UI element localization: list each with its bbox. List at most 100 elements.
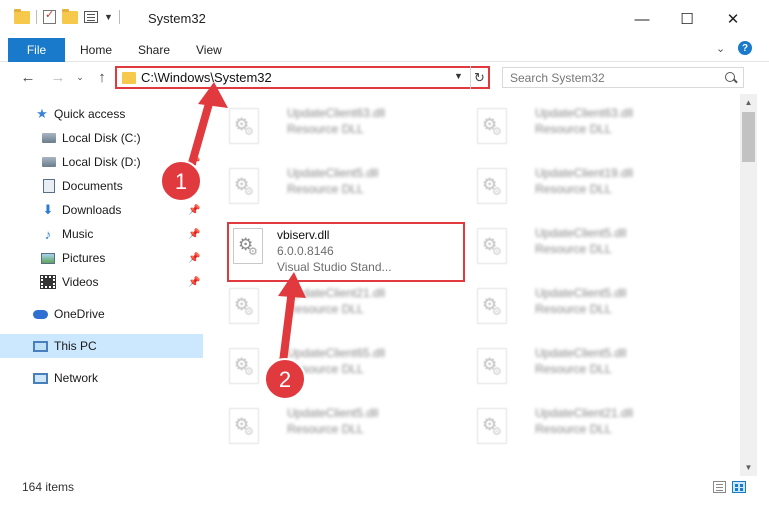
file-type: Resource DLL [535, 302, 612, 316]
dll-file-icon [229, 288, 259, 324]
file-tile[interactable]: UpdateClient63.dll Resource DLL [223, 98, 463, 152]
disk-icon [42, 157, 56, 167]
dll-file-icon [477, 408, 507, 444]
file-tile[interactable]: UpdateClient5.dll Resource DLL [471, 338, 711, 392]
file-type: Resource DLL [287, 122, 364, 136]
vertical-scrollbar[interactable]: ▲ ▼ [740, 94, 757, 476]
file-name: UpdateClient21.dll [287, 286, 386, 300]
dll-file-icon [229, 408, 259, 444]
scrollbar-thumb[interactable] [742, 112, 755, 162]
title-bar: ▼ System32 — ☐ ✕ [0, 0, 769, 38]
file-type: Resource DLL [535, 362, 612, 376]
pc-icon [33, 340, 48, 352]
maximize-button[interactable]: ☐ [664, 0, 710, 38]
pin-icon[interactable]: 📌 [188, 229, 200, 240]
file-tile[interactable]: UpdateClient19.dll Resource DLL [471, 158, 711, 212]
star-icon: ★ [36, 106, 48, 121]
videos-icon [40, 275, 56, 289]
expand-ribbon-chevron-icon[interactable]: ⌄ [716, 42, 725, 55]
pin-icon[interactable]: 📌 [188, 277, 200, 288]
scroll-down-arrow-icon[interactable]: ▼ [740, 459, 757, 476]
sidebar-item-downloads[interactable]: ⬇ Downloads 📌 [0, 198, 203, 222]
sidebar-item-label: Music [62, 227, 94, 241]
dll-file-icon [477, 168, 507, 204]
file-description: Visual Studio Stand... [277, 260, 392, 274]
sidebar-item-label: OneDrive [54, 307, 105, 321]
scroll-up-arrow-icon[interactable]: ▲ [740, 94, 757, 111]
file-name: vbiserv.dll [277, 228, 330, 242]
file-tile[interactable]: UpdateClient5.dll Resource DLL [471, 278, 711, 332]
sidebar-item-documents[interactable]: Documents 📌 [0, 174, 203, 198]
refresh-icon[interactable]: ↻ [470, 66, 488, 89]
file-tile[interactable]: UpdateClient63.dll Resource DLL [471, 98, 711, 152]
tab-share[interactable]: Share [138, 38, 170, 62]
sidebar-item-label: Local Disk (C:) [62, 131, 141, 145]
new-folder-icon[interactable] [62, 8, 78, 24]
forward-arrow-icon[interactable]: → [48, 67, 68, 87]
file-tile[interactable]: UpdateClient5.dll Resource DLL [471, 218, 711, 272]
file-name: UpdateClient5.dll [535, 286, 627, 300]
sidebar-item-this-pc[interactable]: This PC [0, 334, 203, 358]
up-arrow-icon[interactable]: ↑ [92, 67, 112, 87]
tab-view[interactable]: View [196, 38, 222, 62]
file-type: Resource DLL [535, 122, 612, 136]
sidebar-item-videos[interactable]: Videos 📌 [0, 270, 203, 294]
dll-file-icon [477, 108, 507, 144]
onedrive-icon [33, 309, 48, 319]
sidebar-item-onedrive[interactable]: OneDrive [0, 302, 203, 326]
toolbar-separator [36, 10, 37, 24]
file-name: UpdateClient19.dll [535, 166, 634, 180]
address-bar[interactable]: C:\Windows\System32 ▼ ↻ [115, 66, 490, 89]
pin-icon[interactable]: 📌 [188, 205, 200, 216]
file-tile-vbiserv[interactable]: vbiserv.dll 6.0.0.8146 Visual Studio Sta… [227, 222, 465, 282]
status-bar: 164 items [0, 476, 769, 498]
details-view-icon[interactable] [713, 481, 726, 493]
sidebar-item-quick-access[interactable]: ★ Quick access [0, 102, 203, 126]
help-icon[interactable]: ? [738, 41, 752, 55]
sidebar-item-local-disk-d[interactable]: Local Disk (D:) 📌 [0, 150, 203, 174]
file-version: 6.0.0.8146 [277, 244, 334, 258]
file-type: Resource DLL [287, 362, 364, 376]
file-name: UpdateClient63.dll [287, 106, 386, 120]
sidebar-item-music[interactable]: ♪ Music 📌 [0, 222, 203, 246]
back-arrow-icon[interactable]: ← [18, 67, 38, 87]
sidebar-item-network[interactable]: Network [0, 366, 203, 390]
address-history-chevron-icon[interactable]: ▼ [454, 71, 463, 81]
dll-file-icon [477, 348, 507, 384]
file-tile[interactable]: UpdateClient21.dll Resource DLL [471, 398, 711, 452]
file-name: UpdateClient5.dll [535, 346, 627, 360]
pin-icon[interactable]: 📌 [188, 157, 200, 168]
tab-file[interactable]: File [8, 38, 65, 62]
file-name: UpdateClient65.dll [287, 346, 386, 360]
window-title: System32 [148, 11, 206, 26]
search-input[interactable]: Search System32 [502, 67, 744, 88]
properties-icon[interactable] [43, 8, 56, 24]
file-tile[interactable]: UpdateClient5.dll Resource DLL [223, 158, 463, 212]
search-icon[interactable] [725, 72, 735, 82]
large-icons-view-icon[interactable] [732, 481, 746, 493]
folder-icon [122, 72, 136, 84]
view-options-icon[interactable] [84, 11, 98, 23]
file-type: Resource DLL [287, 422, 364, 436]
recent-locations-chevron-icon[interactable]: ⌄ [74, 67, 86, 87]
sidebar-item-pictures[interactable]: Pictures 📌 [0, 246, 203, 270]
customize-toolbar-chevron-icon[interactable]: ▼ [104, 12, 113, 22]
file-tile[interactable]: UpdateClient5.dll Resource DLL [223, 398, 463, 452]
music-icon: ♪ [44, 226, 52, 242]
sidebar-item-label: Downloads [62, 203, 122, 217]
file-name: UpdateClient63.dll [535, 106, 634, 120]
file-tile[interactable]: UpdateClient21.dll Resource DLL [223, 278, 463, 332]
file-name: UpdateClient5.dll [287, 406, 379, 420]
file-name: UpdateClient5.dll [287, 166, 379, 180]
tab-home[interactable]: Home [80, 38, 112, 62]
file-tile[interactable]: UpdateClient65.dll Resource DLL [223, 338, 463, 392]
address-path[interactable]: C:\Windows\System32 [141, 70, 272, 85]
pin-icon[interactable]: 📌 [188, 181, 200, 192]
sidebar-item-local-disk-c[interactable]: Local Disk (C:) [0, 126, 203, 150]
close-button[interactable]: ✕ [710, 0, 756, 38]
minimize-button[interactable]: — [619, 0, 665, 38]
pictures-icon [41, 252, 55, 264]
pin-icon[interactable]: 📌 [188, 253, 200, 264]
download-icon: ⬇ [42, 202, 54, 217]
item-count: 164 items [22, 480, 75, 494]
